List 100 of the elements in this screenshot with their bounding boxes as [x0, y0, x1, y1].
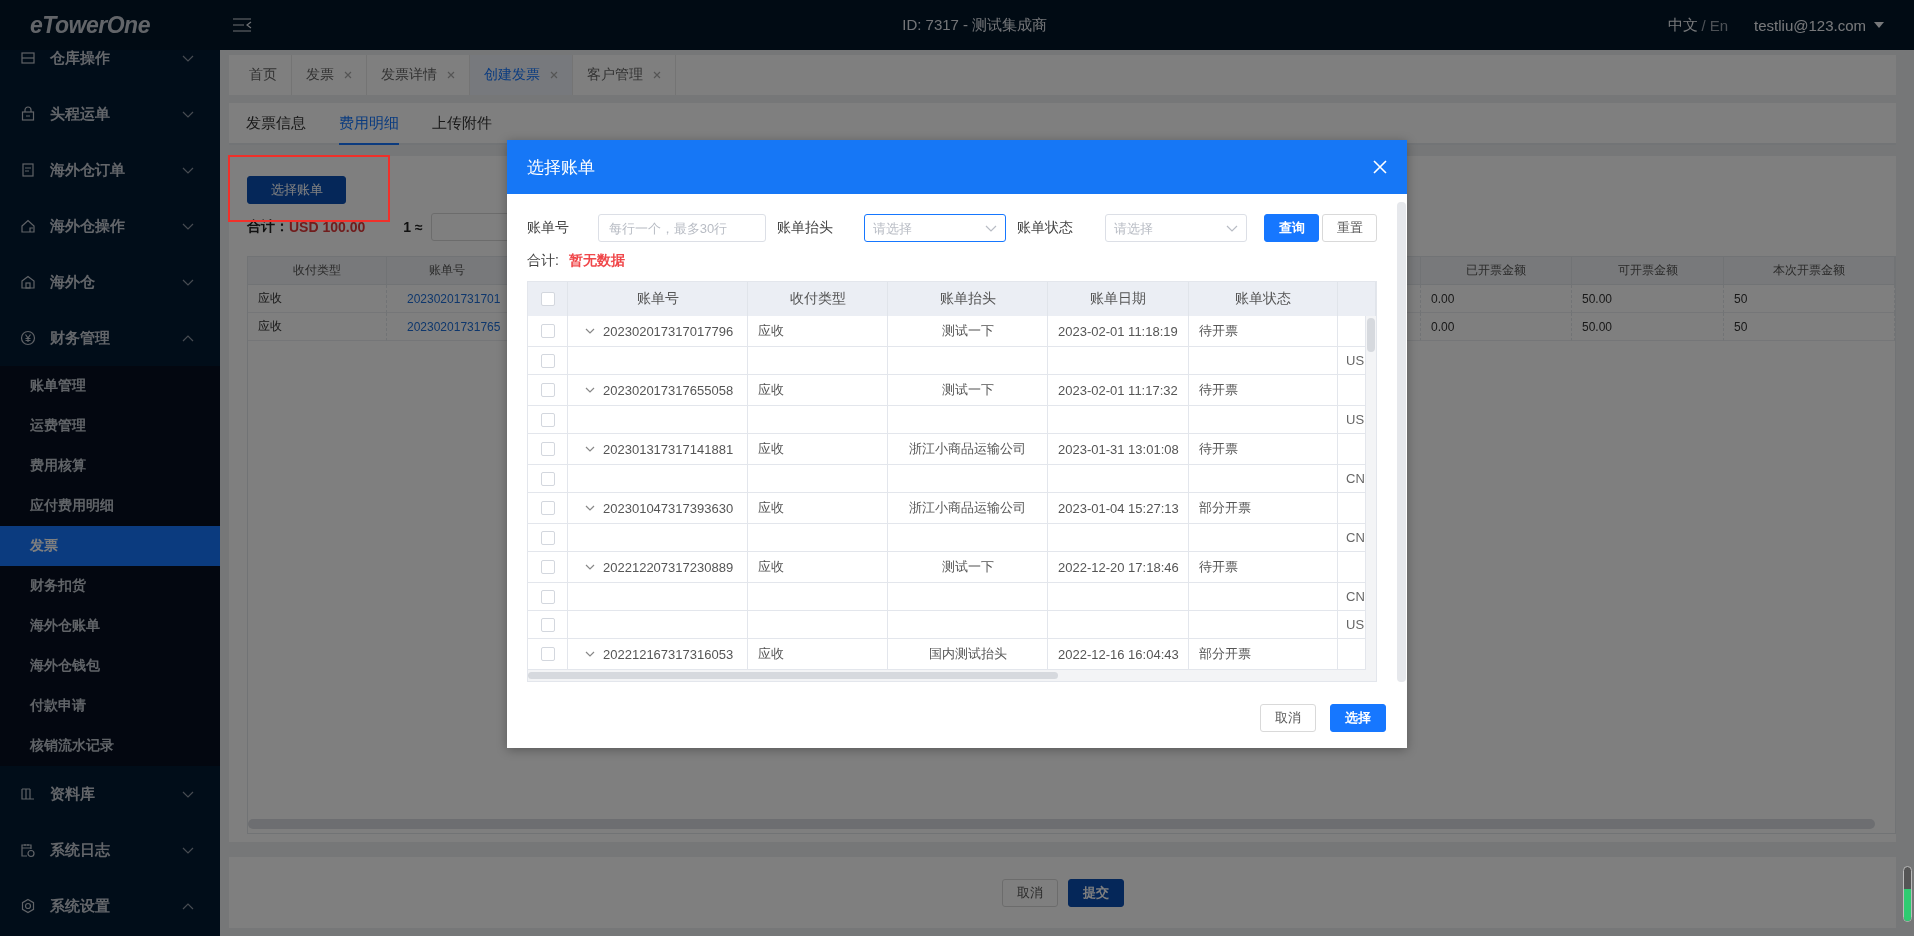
chevron-icon[interactable]	[585, 505, 595, 511]
table-cell: 应收	[748, 434, 888, 465]
dropdown-field[interactable]: 请选择	[864, 214, 1007, 242]
menu-fold-icon[interactable]	[232, 17, 252, 33]
bill-number: 202302017317655058	[603, 382, 734, 398]
column-header: 可开票金额	[1572, 257, 1724, 285]
table-cell: 0.00	[1421, 313, 1572, 341]
sidebar-item[interactable]: 仓库操作	[0, 50, 220, 86]
column-header: 账单号	[568, 282, 748, 316]
sidebar-item[interactable]: 头程运单	[0, 86, 220, 142]
scrollbar[interactable]	[1367, 318, 1375, 352]
tab[interactable]: 发票信息	[246, 103, 306, 145]
table-cell: 50	[1724, 285, 1895, 313]
checkbox[interactable]	[540, 617, 555, 632]
tab[interactable]: 首页	[235, 55, 292, 95]
checkbox[interactable]	[540, 442, 555, 456]
table-cell: 应收	[748, 316, 888, 347]
checkbox[interactable]	[540, 530, 555, 545]
table-cell: 2022-12-20 17:18:46	[1048, 552, 1189, 583]
calendar-clock-icon	[20, 842, 36, 858]
sidebar-item[interactable]: 财务扣货	[0, 566, 220, 606]
button[interactable]: 重置	[1322, 214, 1377, 242]
checkbox[interactable]	[540, 353, 555, 368]
filter-label: 账单状态	[1017, 219, 1075, 237]
button[interactable]: 取消	[1260, 704, 1316, 732]
chevron-icon[interactable]	[585, 328, 595, 334]
button[interactable]: 提交	[1067, 878, 1124, 907]
chevron-icon[interactable]	[585, 564, 595, 570]
table-cell: 50.00	[1572, 313, 1724, 341]
tab[interactable]: 客户管理	[573, 55, 676, 95]
user-menu[interactable]: testliu@123.com	[1754, 16, 1884, 34]
total-label: 合计:	[527, 252, 559, 270]
column-header: 收付类型	[748, 282, 888, 316]
checkbox[interactable]	[540, 501, 555, 515]
table-cell: 浙江小商品运输公司	[888, 434, 1048, 465]
column-header: 已开票金额	[1421, 257, 1572, 285]
column-header: 账单号	[387, 257, 508, 285]
checkbox[interactable]	[540, 471, 555, 486]
sidebar-item[interactable]: 运费管理	[0, 406, 220, 446]
sidebar-item[interactable]: 财务管理	[0, 310, 220, 366]
sidebar-item[interactable]: 发票	[0, 526, 220, 566]
checkbox[interactable]	[540, 324, 555, 338]
sidebar-item[interactable]: 海外仓操作	[0, 198, 220, 254]
house-icon	[20, 274, 36, 290]
language-option[interactable]: En	[1709, 16, 1729, 34]
document-icon	[20, 162, 36, 178]
button[interactable]: 取消	[1001, 878, 1058, 907]
checkbox[interactable]	[540, 647, 555, 661]
checkbox[interactable]	[540, 292, 555, 306]
button[interactable]: 选择账单	[247, 176, 346, 204]
close-icon[interactable]	[550, 71, 558, 79]
language-option[interactable]: 中文	[1667, 15, 1698, 35]
tab[interactable]: 创建发票	[470, 55, 573, 95]
sidebar-item[interactable]: 费用核算	[0, 446, 220, 486]
tab[interactable]: 费用明细	[339, 103, 399, 145]
sidebar-item[interactable]: 系统日志	[0, 822, 220, 878]
close-icon[interactable]	[447, 71, 455, 79]
bill-number: 202212207317230889	[603, 559, 734, 575]
column-header: 本次开票金额	[1724, 257, 1895, 285]
tab[interactable]: 上传附件	[432, 103, 492, 145]
chevron-icon[interactable]	[585, 387, 595, 393]
sidebar-item[interactable]: 海外仓订单	[0, 142, 220, 198]
checkbox[interactable]	[540, 412, 555, 427]
chevron-icon[interactable]	[585, 651, 595, 657]
column-header: 账单日期	[1048, 282, 1189, 316]
scrollbar[interactable]	[528, 672, 1058, 679]
close-icon[interactable]	[653, 71, 661, 79]
sidebar-item[interactable]: 系统设置	[0, 878, 220, 934]
dialog-title: 选择账单	[527, 156, 595, 179]
button[interactable]: 选择	[1330, 704, 1386, 732]
checkbox[interactable]	[540, 589, 555, 604]
scrollbar[interactable]	[1397, 202, 1406, 682]
house-icon	[20, 218, 36, 234]
bill-number: 202212167317316053	[603, 646, 734, 662]
chevron-icon[interactable]	[585, 446, 595, 452]
button[interactable]: 查询	[1264, 214, 1319, 242]
bill-number: 202301047317393630	[603, 500, 734, 516]
table-cell: 部分开票	[1189, 493, 1338, 524]
sidebar-item[interactable]: 核销流水记录	[0, 726, 220, 766]
table-cell: 2023-02-01 11:18:19	[1048, 316, 1189, 347]
checkbox[interactable]	[540, 560, 555, 574]
sidebar-item[interactable]: 海外仓账单	[0, 606, 220, 646]
bag-icon	[20, 106, 36, 122]
sidebar-item[interactable]: 海外仓钱包	[0, 646, 220, 686]
checkbox[interactable]	[540, 383, 555, 397]
filter-label: 账单抬头	[776, 219, 834, 237]
total-value: 暂无数据	[568, 252, 625, 270]
sidebar-item[interactable]: 海外仓	[0, 254, 220, 310]
table-cell: 应收	[248, 285, 387, 313]
table-cell: 待开票	[1189, 375, 1338, 406]
sidebar-item[interactable]: 付款申请	[0, 686, 220, 726]
close-icon[interactable]	[344, 71, 352, 79]
sidebar-item[interactable]: 账单管理	[0, 366, 220, 406]
sidebar-item[interactable]: 应付费用明细	[0, 486, 220, 526]
table-cell: 测试一下	[888, 316, 1048, 347]
table-cell: 测试一下	[888, 375, 1048, 406]
tab[interactable]: 发票	[292, 55, 367, 95]
sidebar-item[interactable]: 资料库	[0, 766, 220, 822]
caret-down-icon	[1874, 22, 1884, 28]
table-cell: 待开票	[1189, 316, 1338, 347]
